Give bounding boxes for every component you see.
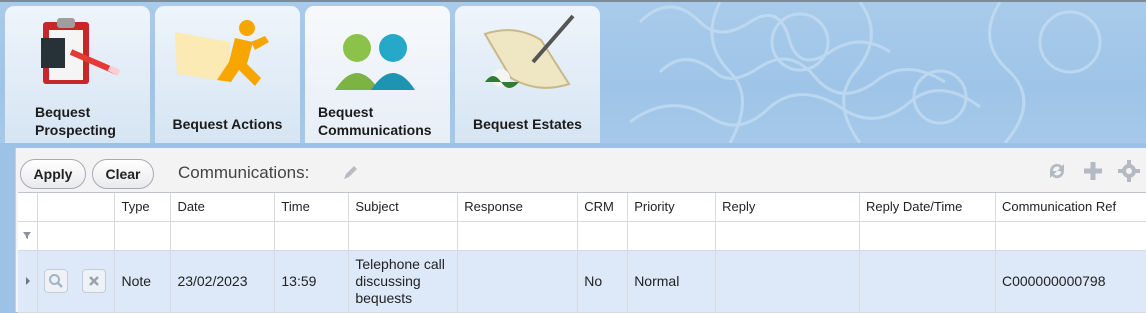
filter-cell[interactable] <box>627 221 717 251</box>
cell-reply <box>715 250 860 313</box>
filter-cell[interactable] <box>37 221 116 251</box>
scroll-quill-icon <box>483 14 575 89</box>
tab-bequest-estates[interactable]: Bequest Estates <box>455 6 600 143</box>
grid-header-row: Type Date Time Subject Response CRM Prio… <box>18 193 1146 222</box>
filter-cell[interactable] <box>114 221 172 251</box>
panel-title: Communications: <box>178 163 310 182</box>
row-actions <box>37 250 116 313</box>
column-header-communication-ref[interactable]: Communication Ref <box>995 193 1146 222</box>
cell-reply-datetime <box>859 250 996 313</box>
tab-bequest-actions[interactable]: Bequest Actions <box>155 6 300 143</box>
cell-crm: No <box>577 250 629 313</box>
tab-label: Bequest Communications <box>318 104 432 138</box>
tab-bequest-communications[interactable]: Bequest Communications <box>305 6 450 143</box>
filter-cell[interactable] <box>995 221 1146 251</box>
communications-panel: Apply Clear Communications: Type Date Ti… <box>15 148 1146 313</box>
column-header-priority[interactable]: Priority <box>627 193 717 222</box>
column-header-date[interactable]: Date <box>170 193 276 222</box>
gear-icon[interactable] <box>1118 160 1140 182</box>
cell-communication-ref: C000000000798 <box>995 250 1146 313</box>
column-header-response[interactable]: Response <box>457 193 579 222</box>
close-icon <box>89 276 100 286</box>
filter-cell[interactable] <box>715 221 860 251</box>
toolbar: Apply Clear Communications: <box>16 148 1146 192</box>
refresh-icon[interactable] <box>1046 160 1068 182</box>
cell-response <box>457 250 579 313</box>
plus-icon[interactable] <box>1082 160 1104 182</box>
filter-cell[interactable] <box>457 221 579 251</box>
column-header-type[interactable]: Type <box>114 193 172 222</box>
cell-time: 13:59 <box>274 250 350 313</box>
column-header-reply[interactable]: Reply <box>715 193 860 222</box>
grid-table: Type Date Time Subject Response CRM Prio… <box>18 193 1146 313</box>
filter-cell[interactable] <box>577 221 629 251</box>
column-header-subject[interactable]: Subject <box>348 193 459 222</box>
filter-cell[interactable] <box>18 221 39 251</box>
clear-button[interactable]: Clear <box>92 159 154 189</box>
filter-cell[interactable] <box>859 221 996 251</box>
cell-priority: Normal <box>627 250 717 313</box>
filter-row <box>18 221 1146 251</box>
clipboard-icon <box>41 18 121 84</box>
apply-button[interactable]: Apply <box>20 159 86 189</box>
actions-header <box>37 193 116 222</box>
filter-cell[interactable] <box>274 221 350 251</box>
tab-bequest-prospecting[interactable]: Bequest Prospecting <box>5 6 150 143</box>
expander-header <box>18 193 39 222</box>
delete-button[interactable] <box>82 269 107 293</box>
row-expander[interactable] <box>18 250 39 313</box>
filter-cell[interactable] <box>348 221 459 251</box>
cell-subject: Telephone call discussing bequests <box>348 250 459 313</box>
puzzle-background <box>629 2 1102 143</box>
filter-cell[interactable] <box>170 221 276 251</box>
people-icon <box>335 34 415 90</box>
view-button[interactable] <box>44 269 69 293</box>
filter-icon[interactable] <box>22 230 32 240</box>
tab-label: Bequest Estates <box>473 116 582 132</box>
cell-date: 23/02/2023 <box>170 250 276 313</box>
magnifier-icon <box>49 274 64 288</box>
column-header-time[interactable]: Time <box>274 193 350 222</box>
tab-label: Bequest Prospecting <box>35 104 116 138</box>
pencil-icon[interactable] <box>342 165 358 181</box>
cell-type: Note <box>114 250 172 313</box>
column-header-reply-datetime[interactable]: Reply Date/Time <box>859 193 996 222</box>
table-row[interactable]: Note 23/02/2023 13:59 Telephone call disc… <box>18 250 1146 313</box>
chevron-right-icon[interactable] <box>24 276 32 286</box>
running-man-icon <box>175 20 269 86</box>
tab-label: Bequest Actions <box>172 116 283 132</box>
communications-grid: Type Date Time Subject Response CRM Prio… <box>18 192 1146 313</box>
column-header-crm[interactable]: CRM <box>577 193 629 222</box>
